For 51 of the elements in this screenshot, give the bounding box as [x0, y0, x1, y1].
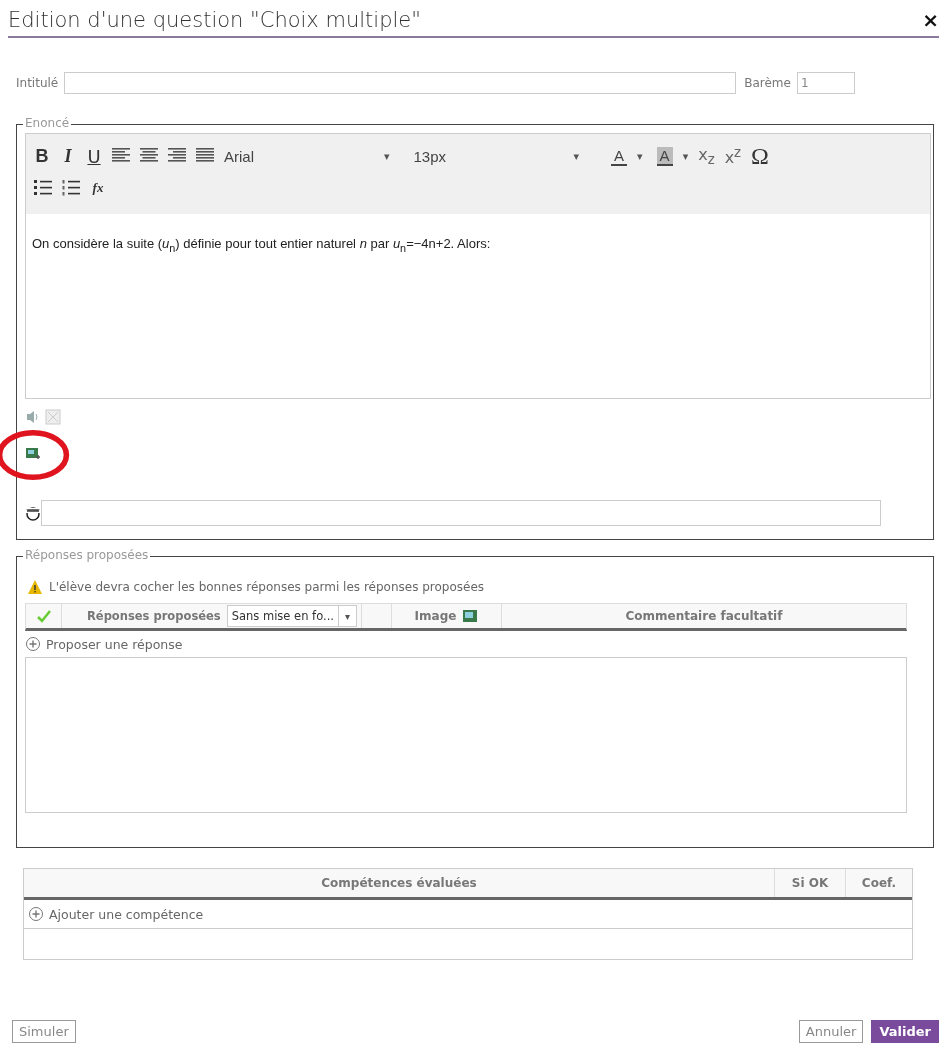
numbered-list-icon[interactable] — [62, 180, 80, 196]
align-icon[interactable] — [168, 148, 186, 164]
add-icon[interactable] — [25, 636, 41, 652]
color-button[interactable]: A — [656, 146, 673, 166]
caret-icon[interactable]: ▾ — [573, 149, 580, 163]
field-label: Barème — [744, 76, 791, 90]
validate-button[interactable]: Valider — [871, 1020, 939, 1043]
format-button[interactable]: x$_{z}$ — [698, 144, 715, 168]
format-button[interactable]: U — [86, 145, 102, 167]
format-button[interactable]: Ω — [751, 142, 769, 170]
cancel-button[interactable]: Annuler — [798, 1020, 864, 1043]
title-input[interactable] — [64, 72, 737, 94]
add-answer-link[interactable]: Proposer une réponse — [46, 636, 183, 652]
warning-text: L'élève devra cocher les bonnes réponses parmi les réponses proposées — [49, 580, 485, 594]
check-icon — [35, 608, 52, 624]
align-icon[interactable] — [196, 148, 214, 164]
score-input[interactable]: 1 — [796, 72, 855, 94]
column-header: Compétences évaluées — [24, 869, 775, 897]
image-icon — [462, 608, 479, 624]
caret-icon[interactable]: ▾ — [384, 149, 390, 163]
simulate-button[interactable]: Simuler — [12, 1020, 76, 1043]
format-dropdown[interactable]: Sans mise en fo... — [226, 605, 339, 627]
add-icon[interactable] — [28, 906, 44, 922]
caret-icon[interactable]: ▾ — [682, 149, 689, 163]
column-header: Image — [414, 609, 457, 623]
column-header: Si OK — [775, 869, 846, 897]
format-button[interactable]: I — [60, 145, 76, 167]
field-label: Intitulé — [16, 76, 59, 90]
web-link-icon — [25, 505, 41, 521]
color-button[interactable]: A — [611, 146, 628, 166]
warning-icon — [27, 579, 43, 595]
url-input[interactable] — [41, 500, 881, 526]
close-button[interactable]: × — [922, 10, 939, 30]
format-button[interactable]: fx — [90, 180, 106, 196]
add-image-icon[interactable] — [25, 446, 41, 462]
bullet-list-icon[interactable] — [34, 180, 52, 196]
add-skill-link[interactable]: Ajouter une compétence — [49, 906, 204, 922]
section-legend: Réponses proposées — [23, 548, 151, 562]
statement-text: On considère la suite (u$_{n}$) définie pour tout entier naturel n par u$_{n}$=−4n+2. Alors: — [32, 236, 491, 251]
column-header: Commentaire facultatif — [625, 609, 783, 623]
column-header: Réponses proposées — [87, 609, 221, 623]
align-icon[interactable] — [112, 148, 130, 164]
font-dropdown[interactable]: Arial — [224, 147, 374, 165]
column-header: Coef. — [860, 875, 898, 892]
font-dropdown[interactable]: 13px — [413, 147, 564, 165]
format-button[interactable]: x$^{z}$ — [724, 144, 742, 168]
format-button[interactable]: B — [34, 145, 50, 167]
section-legend: Enoncé — [23, 116, 72, 130]
align-icon[interactable] — [140, 148, 158, 164]
dialog-title: Edition d'une question "Choix multiple" — [8, 8, 421, 32]
caret-icon[interactable]: ▾ — [637, 149, 643, 163]
